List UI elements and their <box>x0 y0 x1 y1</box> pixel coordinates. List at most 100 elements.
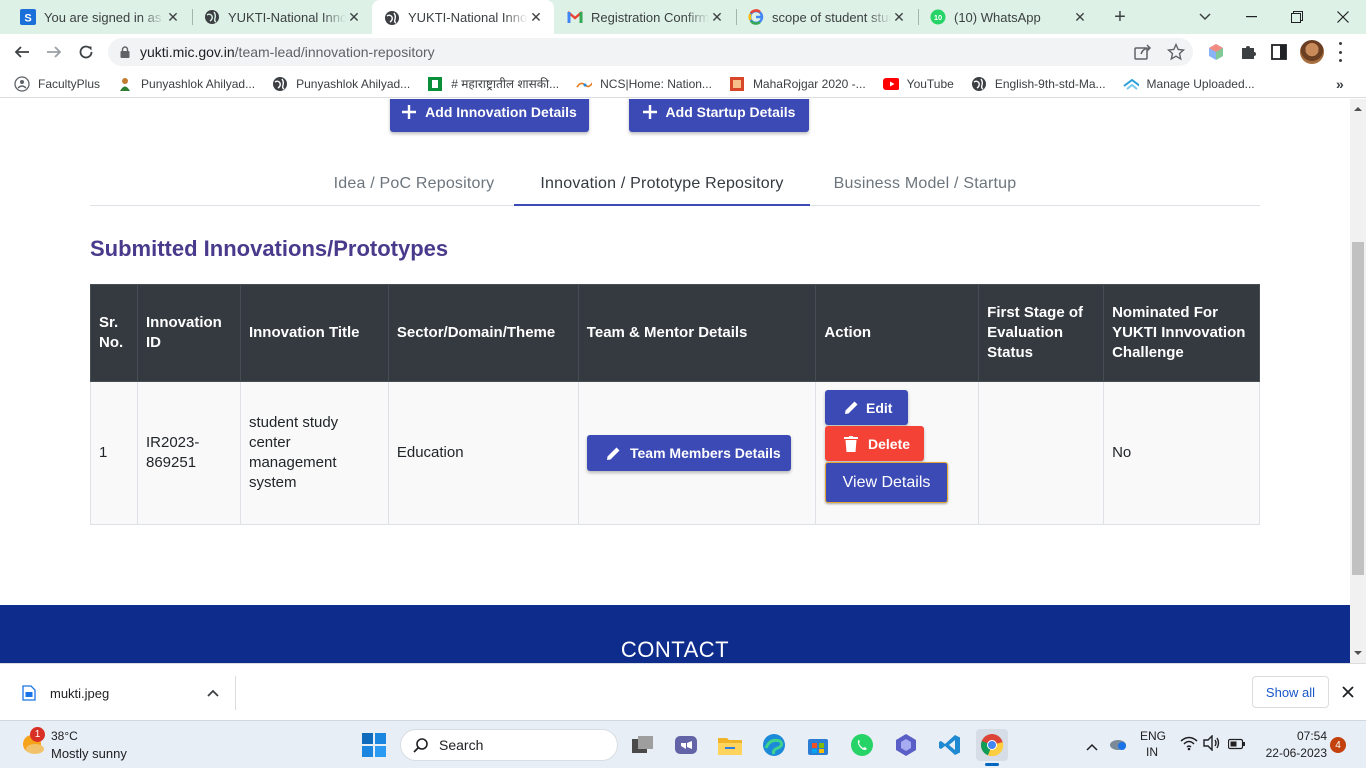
profile-avatar[interactable] <box>1300 40 1324 64</box>
minimize-button[interactable] <box>1228 0 1274 34</box>
more-bookmarks-icon[interactable]: » <box>1336 76 1344 92</box>
scrollbar-thumb[interactable] <box>1352 242 1364 575</box>
restore-button[interactable] <box>1274 0 1320 34</box>
repository-tabs: Idea / PoC Repository Innovation / Proto… <box>90 163 1260 206</box>
tab-title: You are signed in as co <box>44 9 165 25</box>
download-item[interactable]: mukti.jpeg <box>14 676 236 710</box>
bookmark-label: Punyashlok Ahilyad... <box>141 76 256 91</box>
footer: CONTACT <box>0 605 1350 663</box>
volume-icon[interactable] <box>1203 734 1221 756</box>
cloud-sync-icon[interactable] <box>1108 735 1128 756</box>
chevron-up-icon[interactable] <box>207 689 219 697</box>
globe-icon <box>384 10 400 26</box>
extensions-puzzle-icon[interactable] <box>1239 43 1257 66</box>
browser-toolbar: yukti.mic.gov.in/team-lead/innovation-re… <box>0 34 1366 70</box>
search-label: Search <box>439 737 484 753</box>
close-icon[interactable]: ✕ <box>165 9 181 26</box>
add-startup-button[interactable]: Add Startup Details <box>629 99 809 132</box>
weather-widget[interactable]: 1 <box>20 727 46 762</box>
gmail-icon <box>567 9 583 25</box>
windows-start-button[interactable] <box>358 729 390 761</box>
vscode-icon[interactable] <box>934 729 966 761</box>
close-icon[interactable]: ✕ <box>709 9 725 26</box>
side-panel-icon[interactable] <box>1271 44 1287 65</box>
add-innovation-button[interactable]: Add Innovation Details <box>390 99 589 132</box>
scroll-down-icon[interactable] <box>1350 647 1366 659</box>
file-image-icon <box>22 685 36 701</box>
bookmark-item[interactable]: FacultyPlus <box>14 75 100 92</box>
download-bar: mukti.jpeg Show all <box>0 663 1366 720</box>
close-icon[interactable]: ✕ <box>528 9 544 26</box>
lang-secondary: IN <box>1146 745 1158 759</box>
team-members-details-button[interactable]: Team Members Details <box>587 435 791 471</box>
svg-text:S: S <box>24 13 31 25</box>
tab-search-button[interactable] <box>1182 0 1228 34</box>
menu-kebab-icon[interactable] <box>1336 42 1344 62</box>
close-icon[interactable]: ✕ <box>1072 9 1088 26</box>
view-details-button[interactable]: View Details <box>825 462 948 503</box>
arrow-right-icon <box>47 46 62 58</box>
bookmark-label: English-9th-std-Ma... <box>994 76 1106 91</box>
bookmark-item[interactable]: English-9th-std-Ma... <box>971 76 1106 92</box>
close-icon[interactable]: ✕ <box>346 9 362 26</box>
browser-tab[interactable]: YUKTI-National Innova ✕ <box>192 0 372 34</box>
weather-temp: 38°C <box>51 729 78 743</box>
add-startup-label: Add Startup Details <box>665 103 796 120</box>
reload-button[interactable] <box>72 38 100 66</box>
bookmark-item[interactable]: YouTube <box>882 76 954 92</box>
scroll-up-icon[interactable] <box>1350 103 1366 115</box>
file-explorer-icon[interactable] <box>714 729 746 761</box>
edit-button[interactable]: Edit <box>825 390 908 425</box>
notification-badge[interactable]: 4 <box>1330 737 1346 753</box>
chrome-icon[interactable] <box>976 729 1008 766</box>
taskbar-search[interactable]: Search <box>400 729 618 761</box>
university-icon <box>117 76 133 92</box>
edge-icon[interactable] <box>758 729 790 761</box>
tab-innovation-prototype[interactable]: Innovation / Prototype Repository <box>514 163 810 206</box>
column-header: Innovation ID <box>136 284 241 382</box>
tab-idea-poc[interactable]: Idea / PoC Repository <box>314 163 514 205</box>
close-icon[interactable]: ✕ <box>891 9 907 26</box>
lock-icon <box>120 46 130 58</box>
forward-button[interactable] <box>40 38 68 66</box>
delete-label: Delete <box>868 435 911 452</box>
delete-button[interactable]: Delete <box>825 426 924 461</box>
share-icon[interactable] <box>1134 44 1152 65</box>
view-details-label: View Details <box>842 473 931 491</box>
whatsapp-icon[interactable] <box>846 729 878 761</box>
tab-business-model[interactable]: Business Model / Startup <box>810 163 1040 205</box>
new-tab-button[interactable]: + <box>1108 5 1132 29</box>
bookmark-item[interactable]: # महाराष्ट्रातील शासकी... <box>427 75 559 92</box>
battery-icon[interactable] <box>1227 737 1246 755</box>
bookmark-item[interactable]: Punyashlok Ahilyad... <box>117 76 255 92</box>
chevron-down-icon <box>1199 13 1211 21</box>
chevron-up-icon[interactable] <box>1086 738 1098 756</box>
bookmark-item[interactable]: MahaRojgar 2020 -... <box>729 76 866 92</box>
address-bar[interactable]: yukti.mic.gov.in/team-lead/innovation-re… <box>108 38 1193 66</box>
teams-chat-icon[interactable] <box>670 729 702 761</box>
tab-title: scope of student study <box>772 9 891 25</box>
browser-tab[interactable]: S You are signed in as co ✕ <box>8 0 191 34</box>
bookmark-item[interactable]: NCS|Home: Nation... <box>576 76 712 92</box>
whatsapp-icon: 10 <box>930 9 946 25</box>
wifi-icon[interactable] <box>1180 735 1198 756</box>
clock[interactable]: 07:54 22-06-2023 <box>1255 729 1327 760</box>
google-icon <box>748 9 764 25</box>
store-icon[interactable] <box>802 729 834 761</box>
browser-tab[interactable]: scope of student study ✕ <box>736 0 917 34</box>
language-indicator[interactable]: ENG IN <box>1140 729 1166 759</box>
extension-cube-icon[interactable] <box>1207 43 1225 66</box>
power-automate-icon[interactable] <box>890 729 922 761</box>
bookmark-item[interactable]: Punyashlok Ahilyad... <box>272 76 410 92</box>
show-all-button[interactable]: Show all <box>1252 676 1329 708</box>
column-header: Action <box>815 284 980 382</box>
back-button[interactable] <box>8 38 36 66</box>
browser-tab-active[interactable]: YUKTI-National Innova ✕ <box>372 0 554 35</box>
browser-tab[interactable]: Registration Confirme ✕ <box>555 0 735 34</box>
bookmark-item[interactable]: Manage Uploaded... <box>1122 76 1255 92</box>
task-view-icon[interactable] <box>627 729 659 761</box>
close-window-button[interactable] <box>1320 0 1366 34</box>
close-icon[interactable] <box>1342 686 1354 698</box>
browser-tab[interactable]: 10 (10) WhatsApp ✕ <box>918 0 1098 34</box>
bookmark-star-icon[interactable] <box>1166 42 1186 66</box>
